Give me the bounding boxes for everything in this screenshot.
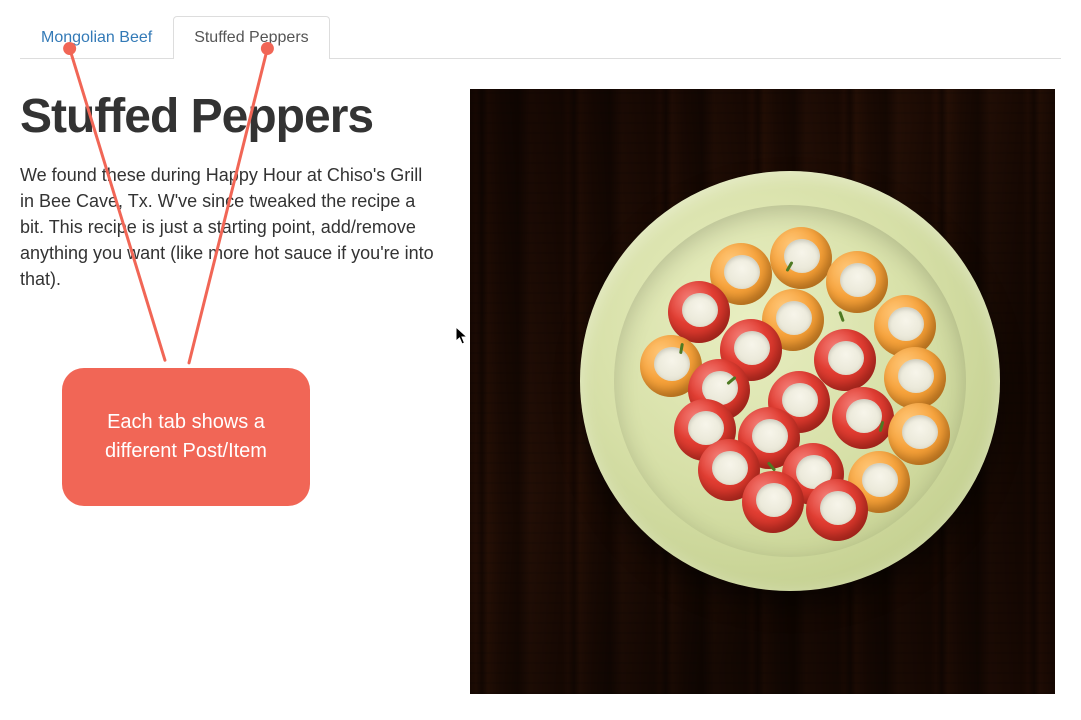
tab-bar: Mongolian Beef Stuffed Peppers (20, 0, 1061, 59)
pepper (888, 403, 950, 465)
pepper (826, 251, 888, 313)
page-description: We found these during Happy Hour at Chis… (20, 162, 440, 292)
pepper (668, 281, 730, 343)
tab-stuffed-peppers[interactable]: Stuffed Peppers (173, 16, 329, 59)
content-right (470, 89, 1061, 694)
annotation-text: Each tab shows a different Post/Item (82, 408, 290, 466)
pepper (806, 479, 868, 541)
pepper (884, 347, 946, 409)
pepper (832, 387, 894, 449)
pepper (814, 329, 876, 391)
tab-mongolian-beef[interactable]: Mongolian Beef (20, 16, 173, 59)
garnish (838, 311, 845, 322)
recipe-photo (470, 89, 1055, 694)
plate (580, 171, 1000, 591)
pepper (742, 471, 804, 533)
pepper (770, 227, 832, 289)
annotation-callout: Each tab shows a different Post/Item (62, 368, 310, 506)
